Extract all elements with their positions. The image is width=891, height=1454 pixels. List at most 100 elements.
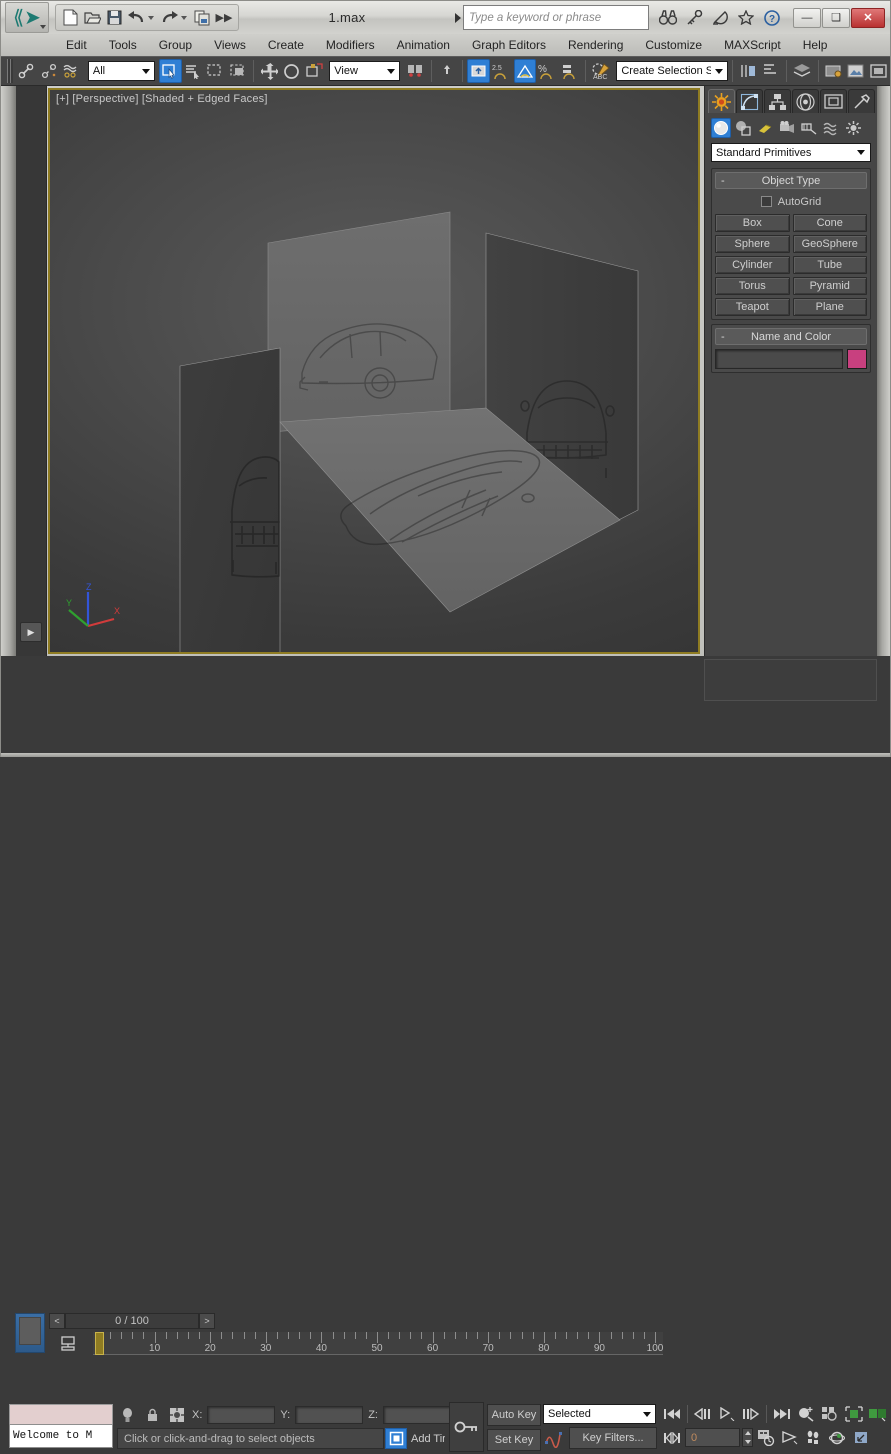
mirror-icon[interactable] xyxy=(737,59,759,83)
next-frame-button[interactable] xyxy=(740,1403,762,1424)
snaps-toggle-icon[interactable] xyxy=(467,59,489,83)
systems-button[interactable] xyxy=(843,118,863,138)
select-and-scale-icon[interactable] xyxy=(303,59,325,83)
menu-item-edit[interactable]: Edit xyxy=(55,36,98,54)
play-animation-button[interactable] xyxy=(716,1403,738,1424)
maximize-button[interactable]: ❑ xyxy=(822,8,850,28)
binoculars-icon[interactable] xyxy=(657,7,679,29)
mini-listener-prompt[interactable] xyxy=(9,1404,113,1426)
object-name-input[interactable] xyxy=(715,349,843,369)
goto-end-button[interactable] xyxy=(771,1403,793,1424)
time-slider-handle[interactable] xyxy=(95,1332,104,1355)
named-selection-set-combo[interactable]: Create Selection Se xyxy=(616,61,728,81)
auto-key-button[interactable]: Auto Key xyxy=(487,1404,541,1426)
menu-item-animation[interactable]: Animation xyxy=(386,36,461,54)
key-icon[interactable] xyxy=(683,7,705,29)
key-mode-toggle-button[interactable] xyxy=(661,1427,683,1448)
subcategory-combo[interactable]: Standard Primitives xyxy=(711,143,871,162)
menu-item-customize[interactable]: Customize xyxy=(634,36,713,54)
x-coordinate-input[interactable] xyxy=(207,1406,275,1424)
add-time-tag-label[interactable]: Add Tir xyxy=(411,1433,445,1445)
display-tab[interactable] xyxy=(820,89,847,113)
walk-through-button[interactable] xyxy=(803,1427,825,1448)
angle-snap-toggle-icon[interactable]: 2.5 xyxy=(490,59,514,83)
edit-named-selection-sets-icon[interactable]: ABC xyxy=(590,59,612,83)
bind-to-space-warp-icon[interactable] xyxy=(60,59,82,83)
new-file-icon[interactable] xyxy=(60,7,80,28)
angle-snap-active-icon[interactable] xyxy=(514,59,536,83)
track-view-thumbnail[interactable] xyxy=(15,1313,45,1353)
expand-left-panel-button[interactable]: ▶ xyxy=(20,622,42,642)
hierarchy-tab[interactable] xyxy=(764,89,791,113)
torus-button[interactable]: Torus xyxy=(715,277,790,295)
object-color-swatch[interactable] xyxy=(847,349,867,369)
menu-item-group[interactable]: Group xyxy=(148,36,203,54)
motion-tab[interactable] xyxy=(792,89,819,113)
menu-item-maxscript[interactable]: MAXScript xyxy=(713,36,792,54)
plane-button[interactable]: Plane xyxy=(793,298,868,316)
search-expand-icon[interactable] xyxy=(455,13,461,23)
open-mini-curve-editor-button[interactable] xyxy=(56,1334,82,1354)
select-and-move-icon[interactable] xyxy=(258,59,280,83)
menu-item-graph-editors[interactable]: Graph Editors xyxy=(461,36,557,54)
shapes-button[interactable] xyxy=(733,118,753,138)
maximize-viewport-toggle[interactable] xyxy=(851,1427,873,1448)
zoom-all-button[interactable] xyxy=(819,1403,841,1424)
create-tab[interactable] xyxy=(708,89,735,113)
field-of-view-button[interactable] xyxy=(779,1427,801,1448)
current-frame-spinner[interactable] xyxy=(742,1428,753,1447)
select-by-name-icon[interactable] xyxy=(182,59,204,83)
use-pivot-point-center-icon[interactable] xyxy=(404,59,426,83)
previous-frame-button[interactable] xyxy=(692,1403,714,1424)
menu-item-rendering[interactable]: Rendering xyxy=(557,36,634,54)
menu-item-modifiers[interactable]: Modifiers xyxy=(315,36,386,54)
key-filters-button[interactable]: Key Filters... xyxy=(569,1427,657,1449)
undo-icon[interactable] xyxy=(126,7,146,28)
selection-lock-icon[interactable] xyxy=(142,1405,162,1425)
viewport-label[interactable]: [+] [Perspective] [Shaded + Edged Faces] xyxy=(56,93,268,105)
zoom-button[interactable] xyxy=(795,1403,817,1424)
rectangular-selection-region-icon[interactable] xyxy=(204,59,226,83)
perspective-viewport[interactable]: [+] [Perspective] [Shaded + Edged Faces] xyxy=(48,88,700,654)
render-frame-window-icon[interactable] xyxy=(868,59,890,83)
space-warps-button[interactable] xyxy=(821,118,841,138)
absolute-relative-mode-icon[interactable] xyxy=(167,1405,187,1425)
select-and-link-icon[interactable] xyxy=(16,59,38,83)
zoom-extents-button[interactable] xyxy=(843,1403,865,1424)
z-coordinate-input[interactable] xyxy=(383,1406,451,1424)
unlink-selection-icon[interactable] xyxy=(38,59,60,83)
key-mode-panel[interactable] xyxy=(449,1402,484,1452)
y-coordinate-input[interactable] xyxy=(295,1406,363,1424)
sphere-button[interactable]: Sphere xyxy=(715,235,790,253)
cameras-button[interactable] xyxy=(777,118,797,138)
utilities-tab[interactable] xyxy=(848,89,875,113)
time-configuration-button[interactable] xyxy=(755,1427,777,1448)
select-object-icon[interactable] xyxy=(159,59,181,83)
autogrid-checkbox[interactable] xyxy=(761,196,772,207)
align-icon[interactable] xyxy=(760,59,782,83)
geometry-button[interactable] xyxy=(711,118,731,138)
redo-icon[interactable] xyxy=(159,7,179,28)
more-commands-icon[interactable]: ▶▶ xyxy=(214,7,234,28)
open-file-icon[interactable] xyxy=(82,7,102,28)
helpers-button[interactable] xyxy=(799,118,819,138)
menu-item-help[interactable]: Help xyxy=(792,36,839,54)
tube-button[interactable]: Tube xyxy=(793,256,868,274)
select-and-manipulate-icon[interactable] xyxy=(436,59,458,83)
close-button[interactable]: ✕ xyxy=(851,8,885,28)
name-and-color-rollout-header[interactable]: - Name and Color xyxy=(715,328,867,345)
teapot-button[interactable]: Teapot xyxy=(715,298,790,316)
current-frame-input[interactable]: 0 xyxy=(685,1428,740,1447)
menu-item-views[interactable]: Views xyxy=(203,36,257,54)
object-type-rollout-header[interactable]: - Object Type xyxy=(715,172,867,189)
layer-manager-icon[interactable] xyxy=(791,59,813,83)
percent-snap-toggle-icon[interactable]: % xyxy=(536,59,558,83)
default-in-out-tangents-icon[interactable] xyxy=(543,1427,565,1449)
menu-item-tools[interactable]: Tools xyxy=(98,36,148,54)
isolate-selection-icon[interactable] xyxy=(117,1405,137,1425)
next-frame-button[interactable]: > xyxy=(199,1313,215,1329)
previous-frame-button[interactable]: < xyxy=(49,1313,65,1329)
minimize-button[interactable]: — xyxy=(793,8,821,28)
project-folder-icon[interactable] xyxy=(192,7,212,28)
box-button[interactable]: Box xyxy=(715,214,790,232)
